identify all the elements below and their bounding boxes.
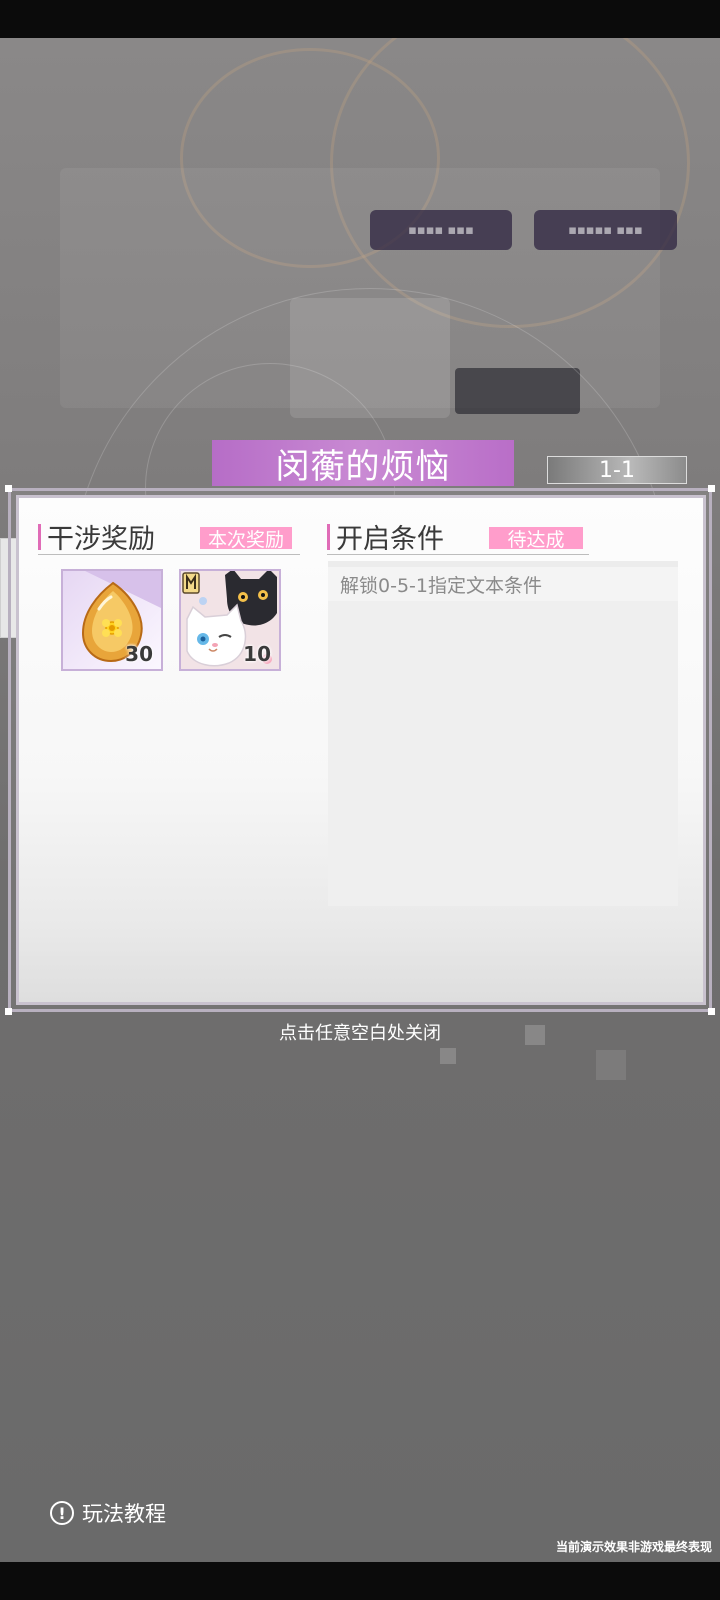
conditions-label: 开启条件 [336,524,444,555]
conditions-status-tag: 待达成 [489,527,583,551]
exclamation-icon: ! [50,1501,74,1525]
bg-top-pill: ▪▪▪▪ ▪▪▪ [370,210,512,250]
bg-square [596,1050,626,1080]
reward-item-cat[interactable]: 10 [179,569,281,671]
frame-corner [708,485,715,492]
header-accent-bar [327,523,330,550]
demo-disclaimer: 当前演示效果非游戏最终表现 [555,1540,712,1554]
tutorial-button[interactable]: ! 玩法教程 [50,1498,166,1528]
stage-code: 1-1 [547,456,687,484]
reward-item-amber[interactable]: 30 [61,569,163,671]
header-accent-bar [38,523,41,550]
stage-title: 闵蘅的烦恼 [212,440,514,487]
conditions-header: 开启条件 待达成 [327,519,589,555]
rewards-header: 干涉奖励 本次奖励 [38,519,300,555]
bg-square [440,1048,456,1064]
condition-item: 解锁0-5-1指定文本条件 [328,561,678,601]
reward-count: 30 [125,642,153,666]
conditions-panel: 解锁0-5-1指定文本条件 [328,561,678,906]
tutorial-label: 玩法教程 [82,1502,166,1526]
rewards-tag: 本次奖励 [200,527,293,551]
close-hint[interactable]: 点击任意空白处关闭 [0,1019,720,1045]
frame-corner [5,1008,12,1015]
frame-corner [708,1008,715,1015]
frame-corner [5,485,12,492]
reward-count: 10 [243,642,271,666]
rewards-label: 干涉奖励 [47,524,155,555]
bg-top-pill: ▪▪▪▪▪ ▪▪▪ [534,210,677,250]
